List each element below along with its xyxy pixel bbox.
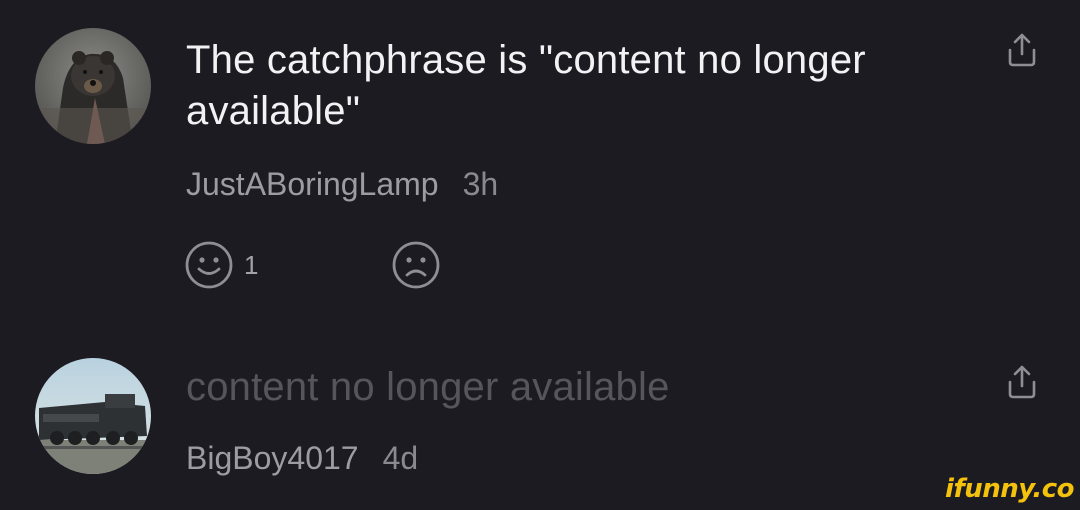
comment-time: 4d — [382, 440, 419, 476]
smile-icon — [185, 241, 233, 289]
comment-text: The catchphrase is "content no longer av… — [186, 38, 866, 133]
share-icon[interactable] — [1002, 30, 1042, 70]
like-button[interactable]: 1 — [184, 240, 258, 290]
comments-screen: The catchphrase is "content no longer av… — [0, 0, 1080, 510]
bear-avatar-icon — [35, 28, 151, 144]
comment-meta: BigBoy4017 4d — [186, 438, 418, 478]
author-name[interactable]: JustABoringLamp — [186, 166, 439, 202]
comment-meta: JustABoringLamp 3h — [186, 164, 498, 204]
ifunny-watermark: ifunny.co — [945, 474, 1074, 504]
dislike-button[interactable] — [391, 240, 441, 290]
user-avatar[interactable] — [35, 358, 151, 474]
share-icon[interactable] — [1002, 362, 1042, 402]
user-avatar[interactable] — [35, 28, 151, 144]
locomotive-avatar-icon — [35, 358, 151, 474]
comment-text: content no longer available — [186, 365, 670, 409]
frown-icon — [392, 241, 440, 289]
like-count: 1 — [244, 249, 259, 280]
comment-time: 3h — [462, 166, 499, 202]
author-name[interactable]: BigBoy4017 — [186, 440, 359, 476]
